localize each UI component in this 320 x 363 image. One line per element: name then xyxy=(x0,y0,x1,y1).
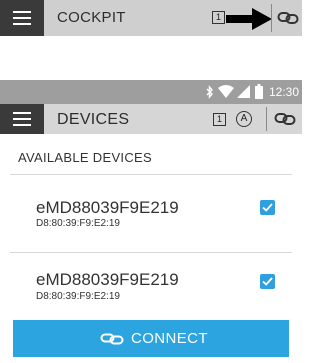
device-list-item[interactable]: eMD88039F9E219 D8:80:39:F9:E2:19 xyxy=(0,254,302,316)
cockpit-title: COCKPIT xyxy=(57,9,126,26)
link-icon[interactable] xyxy=(277,10,299,26)
device-mac-address: D8:80:39:F9:E2:19 xyxy=(36,291,120,302)
menu-icon xyxy=(13,11,31,13)
menu-button[interactable] xyxy=(0,104,44,134)
connect-button[interactable]: CONNECT xyxy=(13,320,289,357)
wifi-icon xyxy=(218,85,234,98)
page-indicator[interactable]: 1 xyxy=(212,11,225,24)
device-mac-address: D8:80:39:F9:E2:19 xyxy=(36,218,120,229)
menu-icon-bar xyxy=(13,17,31,19)
bluetooth-icon xyxy=(206,85,213,99)
device-list-item[interactable]: eMD88039F9E219 D8:80:39:F9:E2:19 xyxy=(0,176,302,250)
device-checkbox[interactable] xyxy=(260,200,275,215)
divider xyxy=(10,252,292,253)
devices-toolbar: DEVICES 1 A xyxy=(0,104,302,134)
cell-signal-icon xyxy=(237,85,250,98)
arrow-right-icon xyxy=(226,8,272,30)
menu-button[interactable] xyxy=(0,0,44,36)
connect-label: CONNECT xyxy=(131,330,208,347)
checkmark-icon xyxy=(262,203,273,212)
auto-mode-indicator[interactable]: A xyxy=(236,111,252,127)
checkmark-icon xyxy=(262,277,273,286)
toolbar-divider xyxy=(266,107,267,131)
link-icon xyxy=(100,333,124,345)
devices-title: DEVICES xyxy=(57,111,130,128)
link-icon[interactable] xyxy=(274,111,296,127)
menu-icon-bar xyxy=(13,23,31,25)
device-name: eMD88039F9E219 xyxy=(36,198,179,217)
cockpit-toolbar: COCKPIT 1 xyxy=(0,0,302,36)
section-title: AVAILABLE DEVICES xyxy=(18,150,152,165)
status-bar: 12:30 xyxy=(0,80,302,104)
device-checkbox[interactable] xyxy=(260,274,275,289)
page-indicator[interactable]: 1 xyxy=(213,113,226,126)
device-name: eMD88039F9E219 xyxy=(36,270,179,289)
battery-icon xyxy=(255,84,263,99)
toolbar-divider xyxy=(271,4,272,32)
clock: 12:30 xyxy=(269,85,300,99)
menu-icon xyxy=(13,112,31,114)
menu-icon-bar xyxy=(13,124,31,126)
divider xyxy=(10,174,292,175)
menu-icon-bar xyxy=(13,118,31,120)
